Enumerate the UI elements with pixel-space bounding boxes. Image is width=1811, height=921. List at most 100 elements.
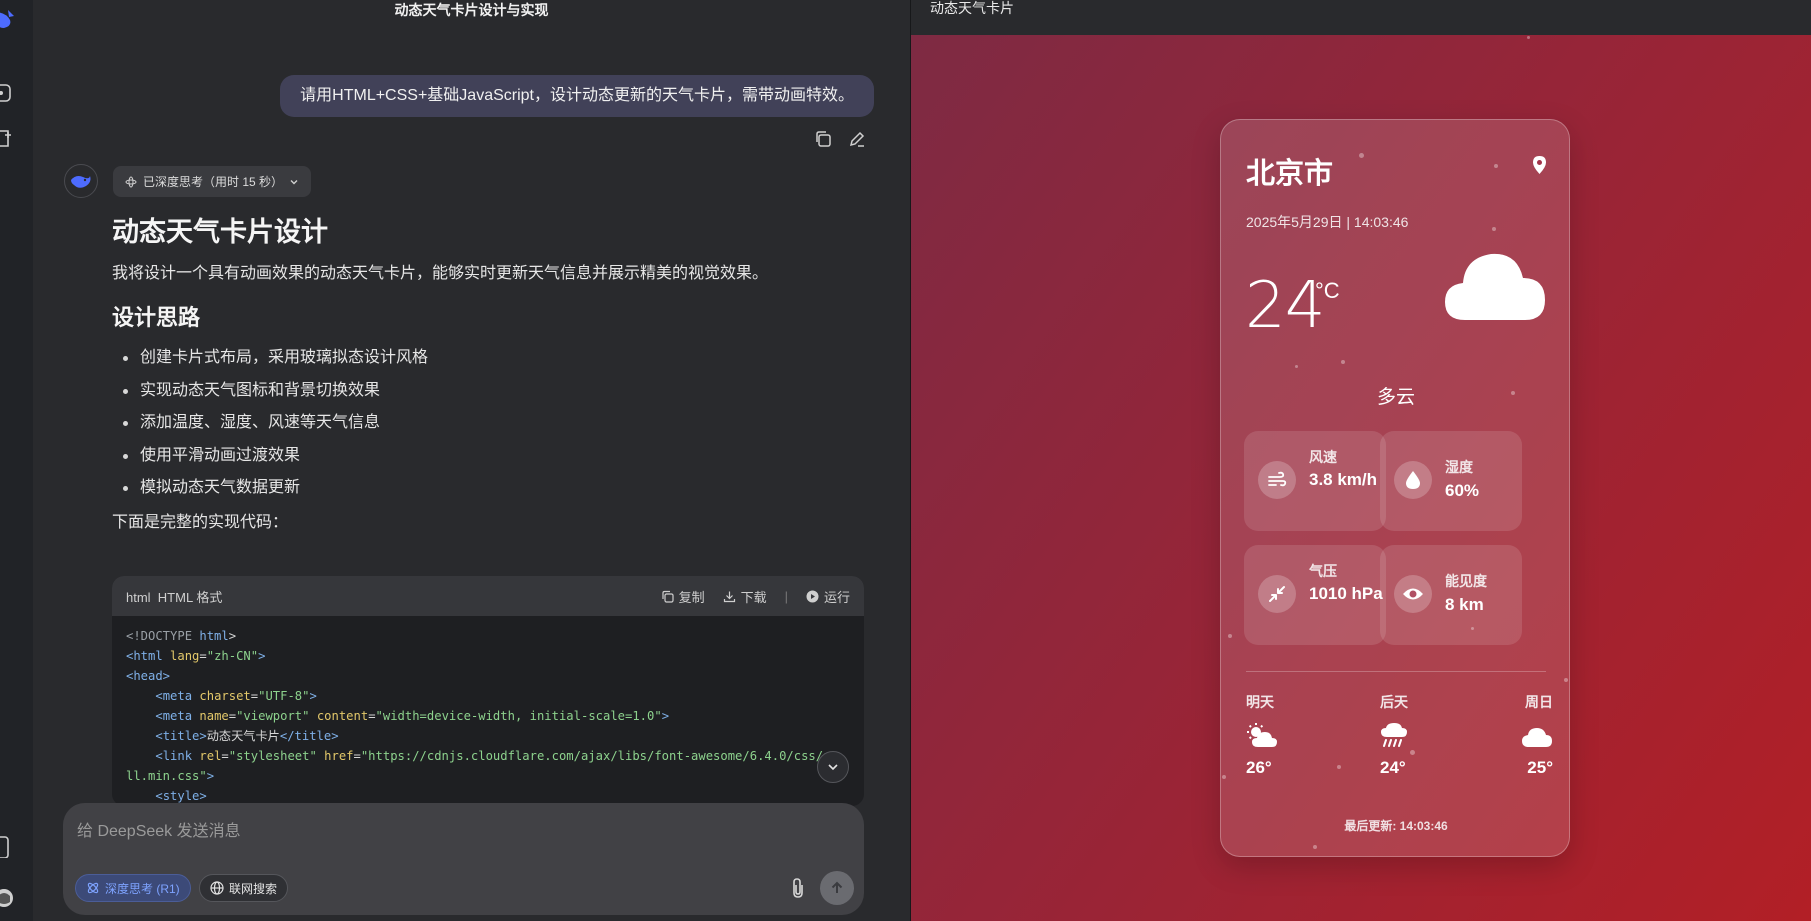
assistant-avatar	[64, 164, 98, 198]
chevron-down-icon	[290, 179, 298, 184]
temperature-unit: °C	[1315, 278, 1340, 303]
code-line: <link rel="stylesheet" href="https://cdn…	[155, 749, 831, 763]
deepseek-whale-icon	[71, 176, 91, 188]
answer-heading: 动态天气卡片设计	[112, 217, 328, 247]
cloud-icon	[1445, 253, 1545, 320]
stat-icon	[1258, 461, 1296, 499]
run-code-button[interactable]: 运行	[806, 587, 850, 606]
particle	[1527, 36, 1530, 39]
preview-header: 动态天气卡片	[911, 0, 1811, 35]
code-line: <head>	[126, 669, 171, 683]
attach-icon[interactable]	[790, 877, 806, 899]
forecast-temp: 25°	[1527, 758, 1553, 777]
forecast-item: 后天 24°	[1380, 692, 1440, 778]
forecast-icon	[1380, 722, 1440, 748]
preview-title: 动态天气卡片	[930, 0, 1014, 16]
new-chat-icon[interactable]	[0, 82, 16, 104]
code-header: html HTML 格式 复制 下载 | 运行	[112, 576, 864, 616]
user-message: 请用HTML+CSS+基础JavaScript，设计动态更新的天气卡片，需带动画…	[280, 75, 874, 117]
arrow-up-icon	[831, 881, 843, 893]
message-composer: 给 DeepSeek 发送消息 深度思考 (R1) 联网搜索	[63, 803, 864, 915]
forecast-item: 明天 26°	[1246, 692, 1306, 778]
chat-panel: 动态天气卡片设计与实现 请用HTML+CSS+基础JavaScript，设计动态…	[33, 0, 937, 921]
cloud-rain-icon	[1381, 723, 1407, 747]
date-time: 2025年5月29日 | 14:03:46	[1246, 214, 1409, 230]
stat-value: 8 km	[1445, 595, 1484, 614]
cloud-icon	[1522, 728, 1552, 747]
download-icon	[723, 591, 735, 602]
forecast-temp: 26°	[1246, 758, 1272, 777]
web-search-toggle[interactable]: 联网搜索	[199, 874, 289, 902]
phone-icon[interactable]	[0, 836, 16, 858]
forecast-icon	[1246, 722, 1306, 748]
user-avatar-icon[interactable]	[0, 888, 16, 910]
atom-icon	[87, 882, 99, 894]
copy-code-button[interactable]: 复制	[661, 587, 705, 606]
stat-icon	[1394, 575, 1432, 613]
message-tools	[814, 130, 866, 148]
stat-value: 3.8 km/h	[1309, 470, 1378, 489]
compress-icon	[1269, 586, 1285, 602]
design-list: 创建卡片式布局，采用玻璃拟态设计风格 实现动态天气图标和背景切换效果 添加温度、…	[112, 342, 864, 505]
deepseek-logo-icon[interactable]	[0, 8, 16, 30]
code-line: <!DOCTYPE html>	[126, 629, 244, 643]
list-item: 模拟动态天气数据更新	[112, 472, 864, 505]
stat-icon	[1394, 461, 1432, 499]
download-code-button[interactable]: 下载	[723, 587, 767, 606]
wind-icon	[1268, 471, 1287, 487]
forecast-day: 周日	[1525, 694, 1553, 710]
globe-icon	[210, 881, 224, 895]
list-item: 创建卡片式布局，采用玻璃拟态设计风格	[112, 342, 864, 375]
thinking-label: 已深度思考（用时 15 秒）	[143, 175, 284, 189]
stat-value: 1010 hPa	[1309, 584, 1383, 603]
scroll-down-button[interactable]	[817, 751, 849, 783]
play-icon	[806, 590, 819, 602]
divider: |	[784, 588, 788, 604]
forecast-day: 后天	[1380, 694, 1408, 710]
city-name: 北京市	[1246, 158, 1334, 190]
stat-pressure: 气压 1010 hPa	[1244, 545, 1386, 645]
code-block: html HTML 格式 复制 下载 | 运行 <!DOCTYPE html> …	[112, 576, 864, 806]
list-item: 添加温度、湿度、风速等天气信息	[112, 407, 864, 440]
location-pin-icon[interactable]	[1532, 155, 1547, 175]
atom-icon	[125, 176, 137, 187]
chevron-down-icon	[828, 764, 838, 771]
send-button[interactable]	[820, 871, 854, 905]
card-divider	[1246, 671, 1546, 672]
thinking-toggle-button[interactable]: 已深度思考（用时 15 秒）	[113, 166, 312, 197]
stat-wind: 风速 3.8 km/h	[1244, 431, 1386, 531]
app-sidebar	[0, 0, 33, 921]
answer-intro: 我将设计一个具有动画效果的动态天气卡片，能够实时更新天气信息并展示精美的视觉效果…	[112, 265, 769, 282]
stat-visibility: 能见度 8 km	[1380, 545, 1522, 645]
forecast-icon	[1513, 722, 1553, 748]
answer-subheading: 设计思路	[112, 305, 201, 330]
stat-label: 风速	[1309, 449, 1337, 465]
code-line: <meta name="viewport" content="width=dev…	[155, 709, 670, 723]
edit-icon[interactable]	[848, 130, 866, 148]
stat-value: 60%	[1445, 481, 1480, 500]
code-language: html HTML 格式	[126, 589, 223, 605]
code-content: <!DOCTYPE html> <html lang="zh-CN"> <head…	[112, 616, 864, 806]
weather-condition: 多云	[1376, 387, 1415, 408]
stat-icon	[1258, 575, 1296, 613]
deep-think-toggle[interactable]: 深度思考 (R1)	[75, 874, 191, 902]
chat-title: 动态天气卡片设计与实现	[394, 2, 549, 18]
code-line: ll.min.css">	[126, 769, 215, 783]
answer-outro: 下面是完整的实现代码：	[112, 513, 289, 531]
code-line: <meta charset="UTF-8">	[155, 689, 317, 703]
weather-card: 北京市 2025年5月29日 | 14:03:46 24 °C 多云 风速 3.…	[1220, 119, 1570, 857]
stat-label: 气压	[1309, 563, 1337, 579]
droplet-icon	[1406, 471, 1420, 489]
copy-icon	[661, 590, 674, 603]
preview-panel: 动态天气卡片 北京市 2025年5月29日 | 14:03:46 24 °C 多…	[911, 0, 1811, 921]
preview-stage: 北京市 2025年5月29日 | 14:03:46 24 °C 多云 风速 3.…	[911, 35, 1811, 921]
list-item: 实现动态天气图标和背景切换效果	[112, 375, 864, 408]
code-line: <title>动态天气卡片</title>	[155, 729, 339, 743]
add-chat-icon[interactable]	[0, 128, 16, 150]
stat-label: 湿度	[1445, 459, 1473, 475]
cloud-sun-icon	[1247, 723, 1277, 747]
eye-icon	[1403, 588, 1423, 600]
copy-icon[interactable]	[814, 130, 832, 148]
stat-label: 能见度	[1445, 573, 1487, 589]
message-input[interactable]: 给 DeepSeek 发送消息	[77, 817, 241, 841]
